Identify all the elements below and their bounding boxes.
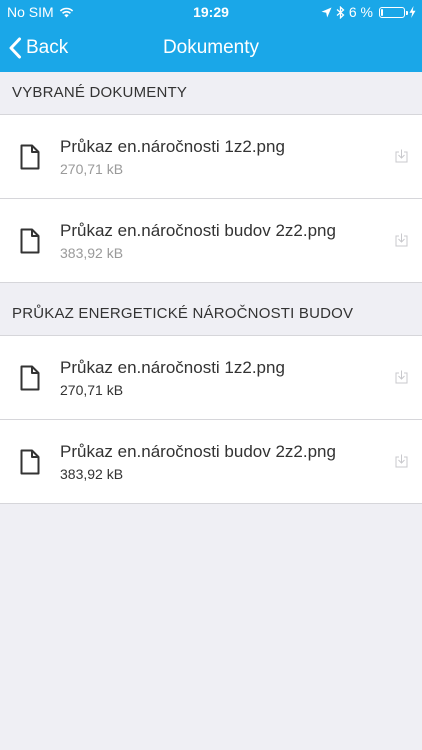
chevron-left-icon (9, 37, 21, 59)
document-size: 383,92 kB (60, 465, 124, 482)
document-text: Průkaz en.náročnosti 1z2.png 270,71 kB (60, 137, 422, 177)
document-row[interactable]: Průkaz en.náročnosti 1z2.png 270,71 kB (0, 336, 422, 419)
document-size: 383,92 kB (60, 244, 124, 261)
charging-bolt-icon (409, 6, 416, 18)
status-right: 6 % (321, 0, 416, 24)
document-size: 270,71 kB (60, 381, 124, 398)
download-icon[interactable] (395, 149, 408, 163)
document-icon (20, 449, 40, 474)
top-bar: No SIM 19:29 6 % Back Dokumenty (0, 0, 422, 72)
download-icon[interactable] (395, 454, 408, 468)
location-arrow-icon (321, 7, 332, 17)
document-icon-wrap (0, 449, 60, 475)
battery-percent: 6 % (348, 4, 373, 20)
document-name: Průkaz en.náročnosti budov 2z2.png (60, 220, 336, 240)
document-size: 270,71 kB (60, 160, 124, 177)
bluetooth-icon (336, 5, 345, 19)
battery-icon (379, 6, 408, 18)
back-label: Back (26, 37, 69, 58)
back-button[interactable]: Back (8, 24, 68, 72)
section-prukaz-energeticke-narocnosti: PRŮKAZ ENERGETICKÉ NÁROČNOSTI BUDOV Průk… (0, 293, 422, 504)
nav-bar: Back Dokumenty (0, 24, 422, 72)
document-row[interactable]: Průkaz en.náročnosti budov 2z2.png 383,9… (0, 198, 422, 282)
document-name: Průkaz en.náročnosti 1z2.png (60, 357, 285, 377)
section-header: PRŮKAZ ENERGETICKÉ NÁROČNOSTI BUDOV (0, 293, 422, 336)
section-vybrane-dokumenty: VYBRANÉ DOKUMENTY Průkaz en.náročnosti 1… (0, 72, 422, 283)
document-list: Průkaz en.náročnosti 1z2.png 270,71 kB P… (0, 336, 422, 504)
download-icon[interactable] (395, 233, 408, 247)
document-row[interactable]: Průkaz en.náročnosti budov 2z2.png 383,9… (0, 419, 422, 503)
document-row[interactable]: Průkaz en.náročnosti 1z2.png 270,71 kB (0, 115, 422, 198)
download-icon[interactable] (395, 370, 408, 384)
battery-level (381, 8, 383, 16)
document-icon-wrap (0, 144, 60, 170)
document-icon (20, 144, 40, 169)
document-icon-wrap (0, 365, 60, 391)
document-icon (20, 228, 40, 253)
document-name: Průkaz en.náročnosti budov 2z2.png (60, 441, 336, 461)
document-list: Průkaz en.náročnosti 1z2.png 270,71 kB P… (0, 115, 422, 283)
document-text: Průkaz en.náročnosti budov 2z2.png 383,9… (60, 442, 422, 482)
document-name: Průkaz en.náročnosti 1z2.png (60, 136, 285, 156)
status-bar: No SIM 19:29 6 % (0, 0, 422, 24)
document-text: Průkaz en.náročnosti 1z2.png 270,71 kB (60, 358, 422, 398)
section-header: VYBRANÉ DOKUMENTY (0, 72, 422, 115)
document-text: Průkaz en.náročnosti budov 2z2.png 383,9… (60, 221, 422, 261)
document-icon (20, 365, 40, 390)
document-icon-wrap (0, 228, 60, 254)
